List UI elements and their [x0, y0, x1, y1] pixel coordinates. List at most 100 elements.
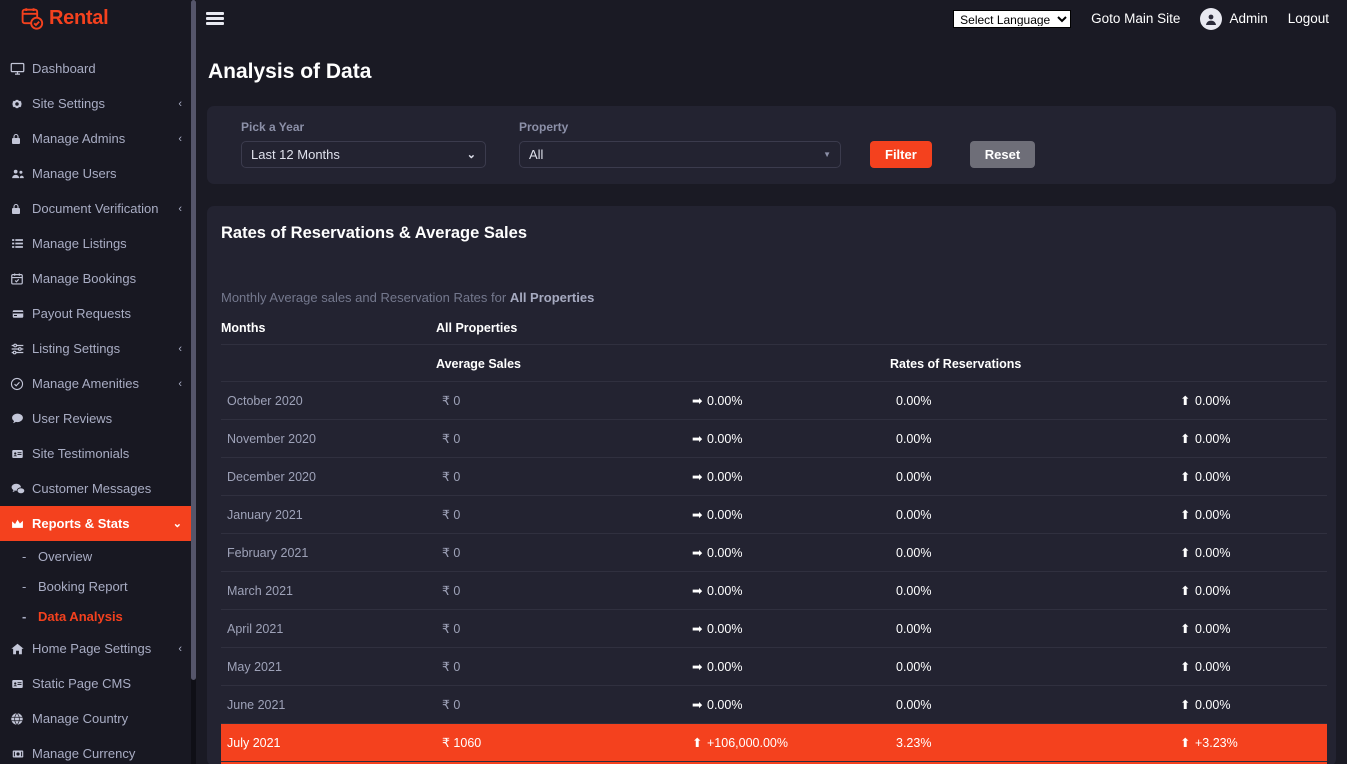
sidebar-item-site-settings[interactable]: Site Settings ‹: [0, 86, 196, 121]
sidebar-item-manage-country[interactable]: Manage Country: [0, 701, 196, 736]
sidebar-label: Home Page Settings: [32, 641, 152, 656]
cell-average-sales: ₹ 0: [436, 381, 692, 420]
cell-reservation-rate: 0.00%: [890, 419, 1180, 458]
table-row: January 2021 ₹ 0 ➡ 0.00% 0.00% ⬆ 0.00%: [221, 495, 1327, 534]
arrow-up-icon: ⬆: [1180, 470, 1191, 484]
sales-change-value: 0.00%: [707, 546, 743, 560]
arrow-right-icon: ➡: [692, 432, 703, 446]
sidebar-item-manage-admins[interactable]: Manage Admins ‹: [0, 121, 196, 156]
sidebar-label: Manage Bookings: [32, 271, 137, 286]
money-icon: [10, 748, 32, 760]
goto-main-site-link[interactable]: Goto Main Site: [1091, 11, 1180, 26]
cell-sales-change: ➡ 0.00%: [692, 419, 890, 458]
arrow-up-icon: ⬆: [1180, 432, 1191, 446]
table-row: November 2020 ₹ 0 ➡ 0.00% 0.00% ⬆ 0.00%: [221, 419, 1327, 458]
sidebar-item-reports-stats[interactable]: Reports & Stats ⌄: [0, 506, 196, 541]
sidebar-item-document-verification[interactable]: Document Verification ‹: [0, 191, 196, 226]
table-row: March 2021 ₹ 0 ➡ 0.00% 0.00% ⬆ 0.00%: [221, 571, 1327, 610]
sidebar-item-manage-currency[interactable]: Manage Currency: [0, 736, 196, 764]
gear-icon: [10, 97, 32, 111]
table-row: June 2021 ₹ 0 ➡ 0.00% 0.00% ⬆ 0.00%: [221, 685, 1327, 724]
admin-label: Admin: [1229, 11, 1268, 26]
cell-month: June 2021: [221, 685, 436, 724]
report-subtitle: Monthly Average sales and Reservation Ra…: [207, 243, 1336, 305]
arrow-right-icon: ➡: [692, 622, 703, 636]
id-card-icon: [10, 678, 32, 690]
cell-reservation-rate: 3.23%: [890, 723, 1180, 762]
sidebar-label: Static Page CMS: [32, 676, 131, 691]
cell-reservation-rate: 0.00%: [890, 495, 1180, 534]
reset-button[interactable]: Reset: [969, 141, 1036, 168]
sidebar-sublabel: Overview: [38, 548, 93, 564]
sales-change-value: +106,000.00%: [707, 736, 788, 750]
sidebar-item-manage-users[interactable]: Manage Users: [0, 156, 196, 191]
cell-average-sales: ₹ 0: [436, 495, 692, 534]
sidebar-item-static-page-cms[interactable]: Static Page CMS: [0, 666, 196, 701]
sidebar-subitem-data-analysis[interactable]: - Data Analysis: [0, 601, 196, 631]
table-head: Months All Properties Average Sales Rate…: [221, 317, 1327, 382]
users-icon: [10, 167, 32, 181]
cell-sales-change: ⬆ +106,000.00%: [692, 723, 890, 762]
list-icon: [10, 237, 32, 250]
comment-icon: [10, 412, 32, 425]
sidebar-item-payout-requests[interactable]: Payout Requests: [0, 296, 196, 331]
sidebar-subitem-booking-report[interactable]: - Booking Report: [0, 571, 196, 601]
sales-change-value: 0.00%: [707, 508, 743, 522]
cell-sales-change: ➡ 0.00%: [692, 571, 890, 610]
sidebar-item-manage-listings[interactable]: Manage Listings: [0, 226, 196, 261]
table-header-row-1: Months All Properties: [221, 317, 1327, 345]
language-select[interactable]: Select Language: [953, 9, 1072, 28]
sidebar-subitem-overview[interactable]: - Overview: [0, 541, 196, 571]
cell-reservation-change: ⬆ 0.00%: [1180, 647, 1327, 686]
chevron-left-icon: ‹: [178, 132, 182, 145]
reservation-change-value: 0.00%: [1195, 470, 1231, 484]
cell-average-sales: ₹ 0: [436, 685, 692, 724]
sidebar: Rental Dashboard Site Settings ‹ Manage …: [0, 0, 196, 764]
arrow-up-icon: ⬆: [1180, 584, 1191, 598]
report-subtitle-strong: All Properties: [509, 290, 595, 305]
header-rates-of-reservations: Rates of Reservations: [890, 344, 1180, 382]
user-circle-icon: [1200, 7, 1223, 30]
sidebar-item-site-testimonials[interactable]: Site Testimonials: [0, 436, 196, 471]
sidebar-label: Reports & Stats: [32, 516, 130, 531]
property-select[interactable]: All ▼: [519, 141, 841, 168]
year-select[interactable]: Last 12 Months ⌄: [241, 141, 486, 168]
hamburger-icon[interactable]: [206, 12, 224, 25]
sidebar-item-user-reviews[interactable]: User Reviews: [0, 401, 196, 436]
arrow-up-icon: ⬆: [1180, 660, 1191, 674]
cell-sales-change: ➡ 0.00%: [692, 457, 890, 496]
sidebar-item-home-page-settings[interactable]: Home Page Settings ‹: [0, 631, 196, 666]
report-title: Rates of Reservations & Average Sales: [221, 224, 527, 242]
logout-link[interactable]: Logout: [1288, 11, 1329, 26]
credit-card-icon: [10, 308, 32, 320]
sidebar-label: User Reviews: [32, 411, 113, 426]
cell-average-sales: ₹ 0: [436, 419, 692, 458]
header-blank-2: [692, 344, 890, 382]
filter-button[interactable]: Filter: [870, 141, 932, 168]
cell-reservation-change: ⬆ 0.00%: [1180, 381, 1327, 420]
sidebar-item-manage-amenities[interactable]: Manage Amenities ‹: [0, 366, 196, 401]
cell-month: January 2021: [221, 495, 436, 534]
main-content: Analysis of Data Pick a Year Last 12 Mon…: [196, 37, 1347, 764]
chart-area-icon: [10, 517, 32, 530]
chevron-left-icon: ‹: [178, 642, 182, 655]
admin-menu[interactable]: Admin: [1200, 7, 1268, 30]
cell-sales-change: ➡ 0.00%: [692, 647, 890, 686]
header-blank: [221, 344, 436, 382]
sidebar-item-dashboard[interactable]: Dashboard: [0, 51, 196, 86]
globe-icon: [10, 712, 32, 726]
header-blank-3: [1180, 344, 1327, 382]
cell-reservation-rate: 0.00%: [890, 609, 1180, 648]
cell-average-sales: ₹ 1060: [436, 723, 692, 762]
brand-logo-block[interactable]: Rental: [0, 0, 196, 37]
sales-change-value: 0.00%: [707, 470, 743, 484]
caret-down-icon: ▼: [823, 150, 831, 159]
arrow-right-icon: ➡: [692, 698, 703, 712]
sidebar-item-customer-messages[interactable]: Customer Messages: [0, 471, 196, 506]
property-value: All: [529, 147, 544, 162]
cell-reservation-rate: 0.00%: [890, 571, 1180, 610]
sales-change-value: 0.00%: [707, 394, 743, 408]
sidebar-item-manage-bookings[interactable]: Manage Bookings: [0, 261, 196, 296]
sidebar-item-listing-settings[interactable]: Listing Settings ‹: [0, 331, 196, 366]
cell-month: May 2021: [221, 647, 436, 686]
